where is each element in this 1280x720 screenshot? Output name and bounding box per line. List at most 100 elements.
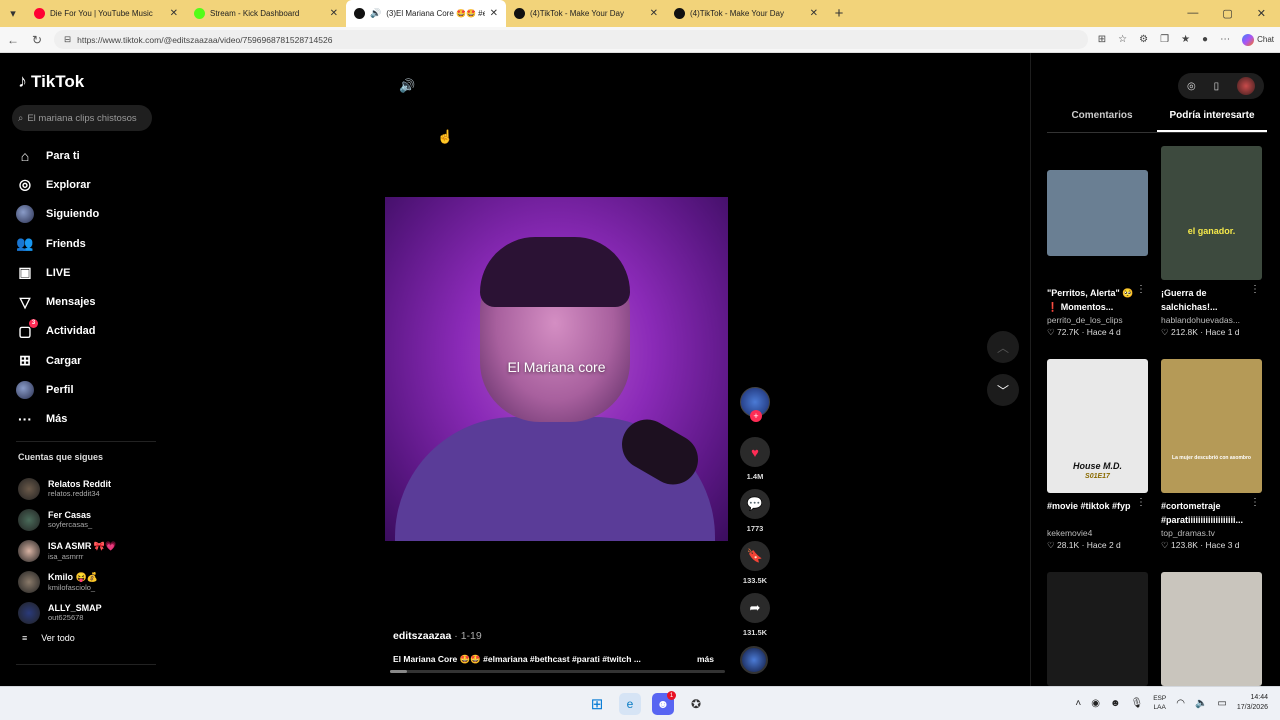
more-options-icon[interactable]: ⋮ xyxy=(1136,284,1146,295)
nav-item-para-ti[interactable]: ⌂ Para ti xyxy=(16,141,156,170)
share-button[interactable]: ➦ xyxy=(740,593,770,623)
video-thumbnail[interactable]: el ganador. xyxy=(1161,146,1262,280)
profile-icon[interactable]: ● xyxy=(1202,34,1208,45)
tab-audio-icon[interactable]: 🔊 xyxy=(370,8,381,19)
browser-tab[interactable]: 🔊 (3)El Mariana Core 🤩🤩 #elm ✕ xyxy=(346,0,506,27)
tab-actions-menu-icon[interactable]: ▾ xyxy=(0,0,26,27)
device-icon[interactable]: ▯ xyxy=(1214,81,1220,92)
tray-discord-icon[interactable]: ☻ xyxy=(1110,698,1121,709)
nav-item-cargar[interactable]: ⊞ Cargar xyxy=(16,346,156,375)
microphone-icon[interactable]: 🎙 xyxy=(1130,698,1143,709)
following-item[interactable]: Kmilo 😝💰 kmilofasciolo_ xyxy=(18,566,158,597)
following-item[interactable]: Relatos Reddit relatos.reddit34 xyxy=(18,473,158,504)
app-icon[interactable]: ✪ xyxy=(685,693,707,715)
new-tab-button[interactable]: + xyxy=(826,5,852,22)
url-field[interactable]: ⊟ https://www.tiktok.com/@editszaazaa/vi… xyxy=(54,30,1088,49)
settings-more-icon[interactable]: ⋯ xyxy=(1220,34,1230,45)
nav-item-explorar[interactable]: ◎ Explorar xyxy=(16,170,156,199)
user-avatar[interactable] xyxy=(1237,77,1256,95)
following-item[interactable]: ALLY_SMAP out625678 xyxy=(18,597,158,628)
comment-button[interactable]: 💬 xyxy=(740,489,770,519)
like-count: 1.4M xyxy=(746,472,764,481)
browser-tab[interactable]: (4)TikTok - Make Your Day ✕ xyxy=(666,0,826,27)
video-author[interactable]: editszaazaa · 1-19 xyxy=(393,630,482,642)
share-count: 131.5K xyxy=(742,628,768,637)
nav-item-siguiendo[interactable]: Siguiendo xyxy=(16,200,156,229)
tab-comments[interactable]: Comentarios xyxy=(1047,110,1157,132)
more-button[interactable]: más xyxy=(697,654,714,664)
music-disc-icon[interactable] xyxy=(740,646,768,674)
language-indicator[interactable]: ESP LAA xyxy=(1153,694,1166,712)
nav-item-actividad[interactable]: ▢ Actividad 3 xyxy=(16,317,156,346)
video-thumbnail[interactable]: La mujer descubrió con asombro xyxy=(1161,359,1262,493)
search-icon[interactable]: ⌕ xyxy=(18,113,23,124)
clock[interactable]: 14:44 17/3/2026 xyxy=(1237,693,1268,713)
close-tab-icon[interactable]: ✕ xyxy=(330,8,338,19)
more-options-icon[interactable]: ⋮ xyxy=(1250,284,1260,295)
browser-tab[interactable]: Stream - Kick Dashboard ✕ xyxy=(186,0,346,27)
wifi-icon[interactable]: ◠ xyxy=(1176,698,1185,709)
recommended-video-card[interactable]: House M.D. S01E17 ⋮ #movie #tiktok #fyp keke… xyxy=(1047,359,1148,551)
follow-plus-icon[interactable]: + xyxy=(750,410,762,422)
video-thumbnail[interactable] xyxy=(1047,572,1148,686)
tray-app-icon[interactable]: ◉ xyxy=(1091,698,1100,709)
close-tab-icon[interactable]: ✕ xyxy=(170,8,178,19)
author-avatar[interactable]: + xyxy=(740,387,770,422)
recommended-video-card[interactable]: La mujer descubrió con asombro ⋮ #cortomet… xyxy=(1161,359,1262,551)
recommended-video-card[interactable]: ⋮ "Perritos, Alerta" 🥺❗ Momentos... perrit… xyxy=(1047,146,1148,338)
maximize-icon[interactable]: ▢ xyxy=(1222,7,1232,20)
close-tab-icon[interactable]: ✕ xyxy=(810,8,818,19)
recommended-video-card[interactable]: el ganador. ⋮ ¡Guerra de salchichas!... hab… xyxy=(1161,146,1262,338)
tiktok-logo[interactable]: ♪ TikTok xyxy=(18,71,84,92)
edge-icon[interactable]: e xyxy=(619,693,641,715)
nav-item-friends[interactable]: 👥 Friends xyxy=(16,229,156,258)
chevron-up-icon[interactable]: ˄ xyxy=(1075,698,1081,709)
coins-icon[interactable]: ◎ xyxy=(1187,81,1196,92)
following-handle: isa_asmrrr xyxy=(48,551,84,561)
browser-tab[interactable]: (4)TikTok - Make Your Day ✕ xyxy=(506,0,666,27)
tab-recommendations[interactable]: Podría interesarte xyxy=(1157,110,1267,132)
following-item[interactable]: Fer Casas soyfercasas_ xyxy=(18,504,158,535)
next-video-button[interactable]: ﹀ xyxy=(987,374,1019,406)
see-all-button[interactable]: ≡ Ver todo xyxy=(22,633,75,643)
like-button[interactable]: ♥ xyxy=(740,437,770,467)
speaker-icon[interactable]: 🔈 xyxy=(1195,698,1207,709)
video-thumbnail[interactable]: House M.D. S01E17 xyxy=(1047,359,1148,493)
video-thumbnail[interactable] xyxy=(1047,170,1148,256)
compass-icon: ◎ xyxy=(18,176,32,193)
close-tab-icon[interactable]: ✕ xyxy=(490,8,498,19)
video-thumbnail[interactable] xyxy=(1161,572,1262,686)
close-tab-icon[interactable]: ✕ xyxy=(650,8,658,19)
recommended-video-card[interactable] xyxy=(1161,572,1262,686)
recommended-video-card[interactable] xyxy=(1047,572,1148,686)
more-options-icon[interactable]: ⋮ xyxy=(1136,497,1146,508)
video-progress[interactable] xyxy=(390,670,725,673)
search-input[interactable]: ⌕ El mariana clips chistosos xyxy=(12,105,152,131)
following-name: ALLY_SMAP xyxy=(48,603,102,613)
close-window-icon[interactable]: ✕ xyxy=(1257,7,1266,20)
battery-icon[interactable]: ▭ xyxy=(1217,698,1226,709)
favorite-icon[interactable]: ☆ xyxy=(1118,34,1127,45)
nav-item-más[interactable]: ··· Más xyxy=(16,405,156,434)
nav-item-live[interactable]: ▣ LIVE xyxy=(16,258,156,287)
app-icon[interactable]: ⊞ xyxy=(1098,34,1106,45)
volume-icon[interactable]: 🔊 xyxy=(399,78,415,94)
nav-item-mensajes[interactable]: ▽ Mensajes xyxy=(16,287,156,316)
video-player[interactable]: El Mariana core xyxy=(385,197,728,541)
more-options-icon[interactable]: ⋮ xyxy=(1250,497,1260,508)
browser-tab[interactable]: Die For You | YouTube Music ✕ xyxy=(26,0,186,27)
nav-item-perfil[interactable]: Perfil xyxy=(16,375,156,404)
following-item[interactable]: ISA ASMR 🎀💗 isa_asmrrr xyxy=(18,535,158,566)
extensions-icon[interactable]: ⚙ xyxy=(1139,34,1148,45)
start-icon[interactable]: ⊞ xyxy=(586,693,608,715)
minimize-icon[interactable]: — xyxy=(1187,7,1198,20)
discord-icon[interactable]: ☻ 1 xyxy=(652,691,676,715)
favorites-bar-icon[interactable]: ★ xyxy=(1181,34,1190,45)
site-info-icon[interactable]: ⊟ xyxy=(64,34,71,45)
back-icon[interactable]: ← xyxy=(6,33,20,47)
refresh-icon[interactable]: ↻ xyxy=(30,33,44,47)
collections-icon[interactable]: ❐ xyxy=(1160,34,1169,45)
previous-video-button[interactable]: ︿ xyxy=(987,331,1019,363)
copilot-chat-button[interactable]: Chat xyxy=(1242,33,1274,46)
save-button[interactable]: 🔖 xyxy=(740,541,770,571)
